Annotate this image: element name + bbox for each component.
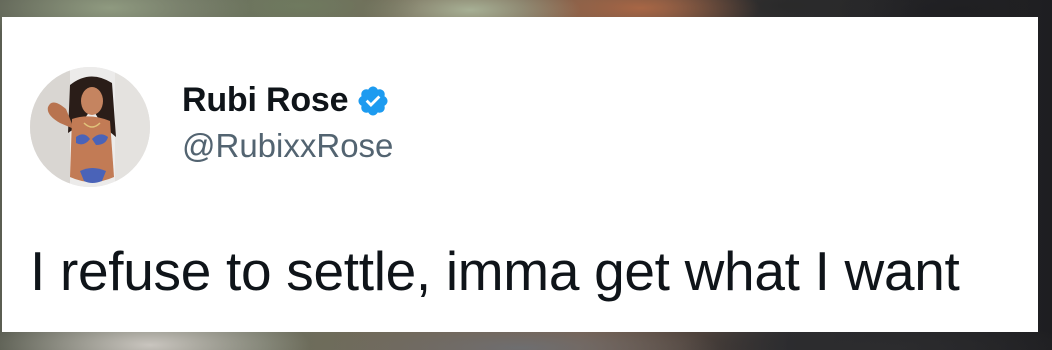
verified-badge-icon (356, 84, 390, 118)
author-name-row: Rubi Rose (182, 81, 390, 120)
avatar-image (30, 67, 150, 187)
author-handle[interactable]: @RubixxRose (182, 127, 393, 165)
tweet-card: Rubi Rose @RubixxRose I refuse to settle… (2, 17, 1038, 332)
display-name[interactable]: Rubi Rose (182, 81, 349, 120)
tweet-text: I refuse to settle, imma get what I want (30, 240, 960, 302)
avatar[interactable] (30, 67, 150, 187)
